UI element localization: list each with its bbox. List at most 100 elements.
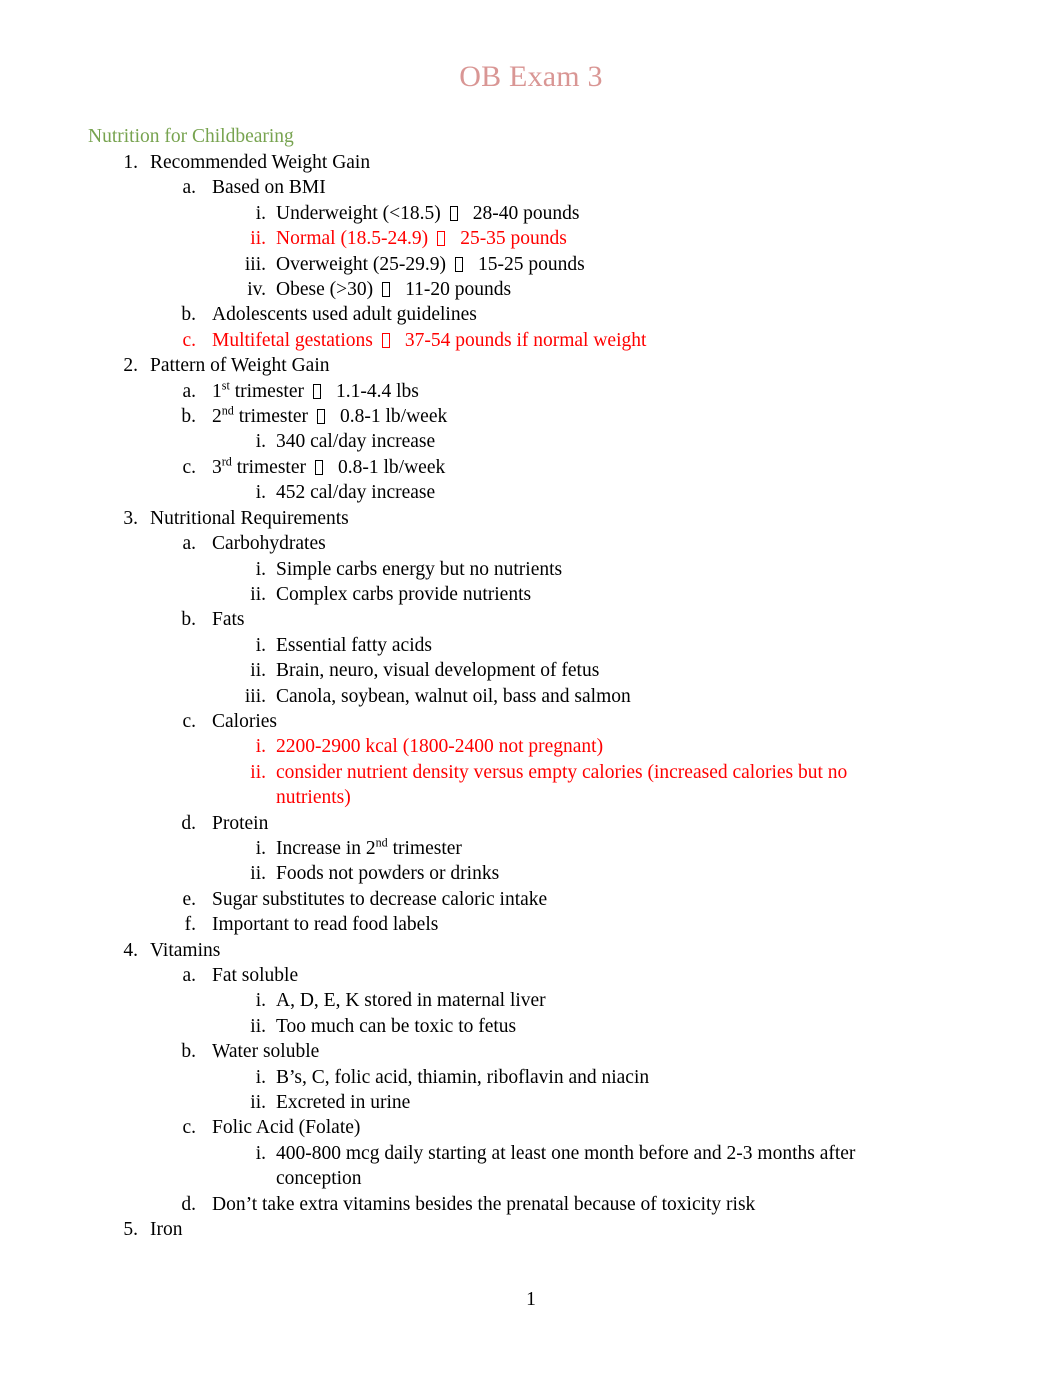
- outline-item-text: Don’t take extra vitamins besides the pr…: [212, 1193, 756, 1215]
- outline-item-text: 2200-2900 kcal (1800-2400 not pregnant): [276, 736, 604, 758]
- outline-item-marker: ii.: [250, 1092, 266, 1114]
- outline-item-marker: i.: [255, 837, 266, 859]
- outline-item-marker: a.: [182, 533, 196, 555]
- outline-item-marker: 4.: [123, 939, 138, 961]
- outline-item-water-soluble: b. Water soluble: [0, 1039, 1062, 1064]
- outline-item-marker: i.: [255, 558, 266, 580]
- outline-item-simple-carbs-energy-but-no-nutrients: i. Simple carbs energy but no nutrients: [0, 557, 1062, 582]
- outline-item-text: Protein: [212, 812, 269, 834]
- outline-item-text: 340 cal/day increase: [276, 431, 436, 453]
- outline-item-normal-18-5-24-9: ii. Normal (18.5-24.9) 25-35 pounds: [0, 226, 1062, 251]
- outline-item-text: Complex carbs provide nutrients: [276, 583, 532, 605]
- outline-item-marker: c.: [182, 329, 196, 351]
- outline-item-carbohydrates: a. Carbohydrates: [0, 531, 1062, 556]
- outline-item-400-800-mcg-daily-starting-at-least-one-: i. 400-800 mcg daily starting at least on…: [0, 1141, 1062, 1192]
- outline-item-b-s-c-folic-acid-thiamin-riboflavin-and-: i. B’s, C, folic acid, thiamin, riboflavi…: [0, 1065, 1062, 1090]
- outline-item-marker: i.: [255, 990, 266, 1012]
- outline-item-marker: i.: [255, 202, 266, 224]
- outline-item-text: Simple carbs energy but no nutrients: [276, 558, 563, 580]
- ordinal-suffix: nd: [221, 403, 234, 418]
- outline-item-pattern-of-weight-gain: 2. Pattern of Weight Gain: [0, 353, 1062, 378]
- outline-item-a-d-e-k-stored-in-maternal-liver: i. A, D, E, K stored in maternal liver: [0, 988, 1062, 1013]
- outline-item-text: Fat soluble: [212, 965, 299, 986]
- outline-item-too-much-can-be-toxic-to-fetus: ii. Too much can be toxic to fetus: [0, 1014, 1062, 1039]
- outline-item-text: 452 cal/day increase: [276, 482, 436, 504]
- outline-item-text: Multifetal gestations 37-54 pounds if nor…: [212, 329, 647, 351]
- outline-item-calories: c. Calories: [0, 709, 1062, 734]
- outline-item-marker: ii.: [250, 660, 266, 682]
- outline-item-marker: d.: [181, 1193, 196, 1215]
- outline-item-text: Adolescents used adult guidelines: [212, 304, 477, 326]
- outline-item-marker: ii.: [250, 228, 266, 250]
- outline-item-marker: f.: [184, 914, 196, 936]
- ordinal-suffix: nd: [375, 835, 388, 850]
- outline-item-important-to-read-food-labels: f. Important to read food labels: [0, 912, 1062, 937]
- outline-item-text: 3rd trimester 0.8-1 lb/week: [212, 454, 446, 478]
- outline-item-marker: 2.: [123, 355, 138, 377]
- outline-item-marker: c.: [182, 710, 196, 732]
- page-title: OB Exam 3: [459, 60, 603, 93]
- missing-glyph-box-icon: [382, 282, 391, 298]
- page-number: 1: [526, 1289, 536, 1310]
- outline-item-marker: ii.: [250, 761, 266, 783]
- outline-item-brain-neuro-visual-development-of-fetus: ii. Brain, neuro, visual development of f…: [0, 658, 1062, 683]
- outline-item-marker: iii.: [244, 253, 266, 275]
- outline-item-text: Based on BMI: [212, 177, 326, 199]
- outline-item-consider-nutrient-density-versus-empty-c: ii. consider nutrient density versus empt…: [0, 760, 1062, 811]
- outline-item-marker: ii.: [250, 583, 266, 605]
- outline-item-don-t-take-extra-vitamins-besides-the-pr: d. Don’t take extra vitamins besides the …: [0, 1192, 1062, 1217]
- outline-item-marker: i.: [255, 736, 266, 758]
- outline-item-marker: ii.: [250, 1015, 266, 1037]
- outline-item-marker: i.: [255, 482, 266, 504]
- outline-item-marker: e.: [182, 888, 196, 910]
- ordinal-suffix: st: [221, 378, 230, 393]
- outline-item-452-cal-day-increase: i. 452 cal/day increase: [0, 480, 1062, 505]
- outline-item-text: Underweight (<18.5) 28-40 pounds: [276, 202, 580, 224]
- outline-item-marker: ii.: [250, 863, 266, 885]
- outline-item-marker: iii.: [244, 685, 266, 707]
- outline-list: 1. Recommended Weight Gain a. Based on BMI i…: [0, 150, 1062, 1242]
- outline-item-text: Sugar substitutes to decrease caloric in…: [212, 888, 548, 910]
- outline-item-marker: a.: [182, 177, 196, 199]
- outline-item-text: A, D, E, K stored in maternal liver: [276, 990, 546, 1012]
- outline-item-text: Carbohydrates: [212, 533, 326, 555]
- outline-item-vitamins: 4. Vitamins: [0, 938, 1062, 963]
- outline-item-text: Fats: [212, 609, 245, 631]
- outline-item-text: 2nd trimester 0.8-1 lb/week: [212, 403, 448, 428]
- outline-item-340-cal-day-increase: i. 340 cal/day increase: [0, 429, 1062, 454]
- outline-item-text: B’s, C, folic acid, thiamin, riboflavin …: [276, 1066, 650, 1088]
- outline-item-marker: i.: [255, 1066, 266, 1088]
- outline-item-complex-carbs-provide-nutrients: ii. Complex carbs provide nutrients: [0, 582, 1062, 607]
- outline-item-recommended-weight-gain: 1. Recommended Weight Gain: [0, 150, 1062, 175]
- outline-item-marker: b.: [181, 609, 196, 631]
- outline-item-adolescents-used-adult-guidelines: b. Adolescents used adult guidelines: [0, 302, 1062, 327]
- outline-item-marker: 3.: [123, 507, 138, 529]
- outline-item-text: Essential fatty acids: [276, 634, 432, 656]
- ordinal-suffix: rd: [221, 454, 232, 469]
- outline-item-text: Foods not powders or drinks: [276, 863, 500, 885]
- outline-item-text: Too much can be toxic to fetus: [276, 1015, 517, 1037]
- outline-item-sugar-substitutes-to-decrease-caloric-in: e. Sugar substitutes to decrease caloric …: [0, 887, 1062, 912]
- outline-item-marker: a.: [182, 380, 196, 402]
- outline-item-fat-soluble: a. Fat soluble: [0, 963, 1062, 988]
- outline-item-overweight-25-29-9: iii. Overweight (25-29.9) 15-25 pounds: [0, 252, 1062, 277]
- missing-glyph-box-icon: [455, 256, 464, 272]
- outline-item-text: Important to read food labels: [212, 914, 439, 936]
- outline-item-marker: 1.: [123, 152, 138, 173]
- outline-item-text: Water soluble: [212, 1041, 320, 1063]
- outline-item-marker: b.: [181, 304, 196, 326]
- missing-glyph-box-icon: [317, 409, 326, 425]
- missing-glyph-box-icon: [313, 383, 321, 399]
- outline-item-trimester: a. 1st trimester 1.1-4.4 lbs: [0, 379, 1062, 404]
- outline-item-marker: i.: [255, 634, 266, 656]
- outline-item-marker: b.: [181, 1041, 196, 1063]
- outline-item-text: Calories: [212, 710, 277, 732]
- outline-item-text: Nutritional Requirements: [150, 507, 349, 529]
- missing-glyph-box-icon: [315, 459, 323, 475]
- outline-item-obese-30: iv. Obese (>30) 11-20 pounds: [0, 277, 1062, 302]
- missing-glyph-box-icon: [381, 332, 390, 348]
- outline-item-protein: d. Protein: [0, 811, 1062, 836]
- outline-item-text: Excreted in urine: [276, 1092, 411, 1114]
- missing-glyph-box-icon: [449, 205, 458, 221]
- outline-item-text: Iron: [150, 1219, 183, 1241]
